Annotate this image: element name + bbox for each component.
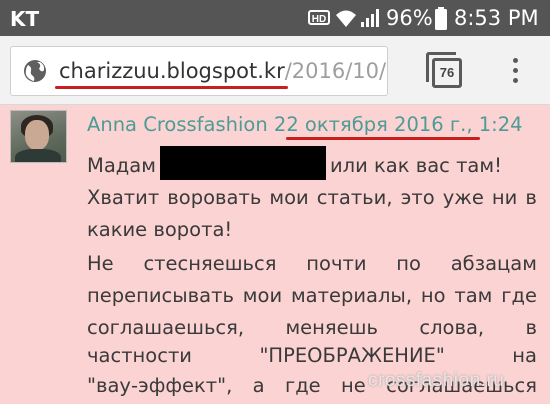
signal-icon — [361, 9, 379, 27]
url-text[interactable]: charizzuu.blogspot.kr/2016/10/ — [59, 59, 386, 83]
word: там — [454, 284, 493, 307]
word: мои — [242, 284, 283, 307]
clock: 8:53 PM — [454, 6, 539, 30]
word: Хватит — [87, 186, 160, 209]
battery-percent: 96% — [386, 6, 433, 30]
comment-line-4: Не стесняешься почти по абзацам — [87, 252, 537, 275]
word: статьи, — [316, 186, 393, 209]
word: по — [396, 252, 421, 275]
word: Не — [87, 252, 114, 275]
url-path: /2016/10/ — [284, 59, 387, 83]
url-host: charizzuu.blogspot.kr — [59, 59, 285, 83]
word: это — [400, 186, 435, 209]
word: а — [252, 374, 265, 397]
word: ни — [491, 186, 518, 209]
battery-icon — [435, 7, 447, 30]
comment-header: Anna Crossfashion 22 октября 2016 г., 1:… — [87, 113, 523, 136]
status-bar: KT HD 96% 8:53 PM — [0, 0, 550, 36]
word: слова, — [419, 316, 485, 339]
globe-icon — [24, 60, 46, 82]
overflow-menu-icon[interactable] — [510, 58, 520, 88]
watermark: crossfashion.ru — [368, 370, 505, 391]
comment-line-6: соглашаешься, меняешь слова, в — [87, 316, 537, 339]
hd-icon: HD — [308, 10, 330, 25]
browser-toolbar: charizzuu.blogspot.kr/2016/10/ — [0, 36, 550, 105]
word: соглашаешься, — [87, 316, 245, 339]
word: меняешь — [285, 316, 378, 339]
comment-line-1: Мадам — [87, 154, 156, 180]
word: мои — [269, 186, 309, 209]
word: но — [420, 284, 446, 307]
comment-line-3: какие ворота! — [87, 218, 233, 241]
word: переписывать — [87, 284, 234, 307]
word: почти — [306, 252, 367, 275]
word: в — [525, 186, 537, 209]
comment-date[interactable]: 22 октября 2016 г., — [274, 113, 473, 136]
wifi-icon — [336, 10, 356, 27]
redacted-name — [160, 146, 326, 180]
comment-line-2: Хватит воровать мои статьи, это уже ни в — [87, 186, 537, 209]
avatar[interactable] — [10, 110, 67, 163]
comment-line-5: переписывать мои материалы, но там где — [87, 284, 537, 307]
word: в — [525, 316, 537, 339]
word: где — [284, 374, 321, 397]
author-link[interactable]: Anna Crossfashion — [87, 113, 268, 136]
word: материалы, — [290, 284, 413, 307]
word: стесняешься — [143, 252, 277, 275]
word: частности — [87, 344, 192, 367]
tabs-button[interactable]: 76 — [432, 58, 462, 88]
word: "ПРЕОБРАЖЕНИЕ" — [259, 344, 445, 367]
word: абзацам — [450, 252, 537, 275]
word: уже — [442, 186, 484, 209]
url-highlight-underline — [55, 86, 288, 89]
greeting-text: Мадам — [87, 154, 156, 177]
comment-line-1-end: или как вас там! — [330, 154, 502, 180]
comment-line-7: частности "ПРЕОБРАЖЕНИЕ" на — [87, 344, 537, 367]
word: на — [512, 344, 537, 367]
carrier-label: KT — [10, 7, 40, 31]
word: воровать — [167, 186, 262, 209]
comment-time[interactable]: 1:24 — [479, 113, 523, 136]
word: не — [341, 374, 366, 397]
word: где — [501, 284, 537, 307]
greeting-text-end: или как вас там! — [330, 154, 502, 177]
date-highlight-underline — [286, 137, 480, 140]
word: "вау-эффект", — [87, 374, 233, 397]
